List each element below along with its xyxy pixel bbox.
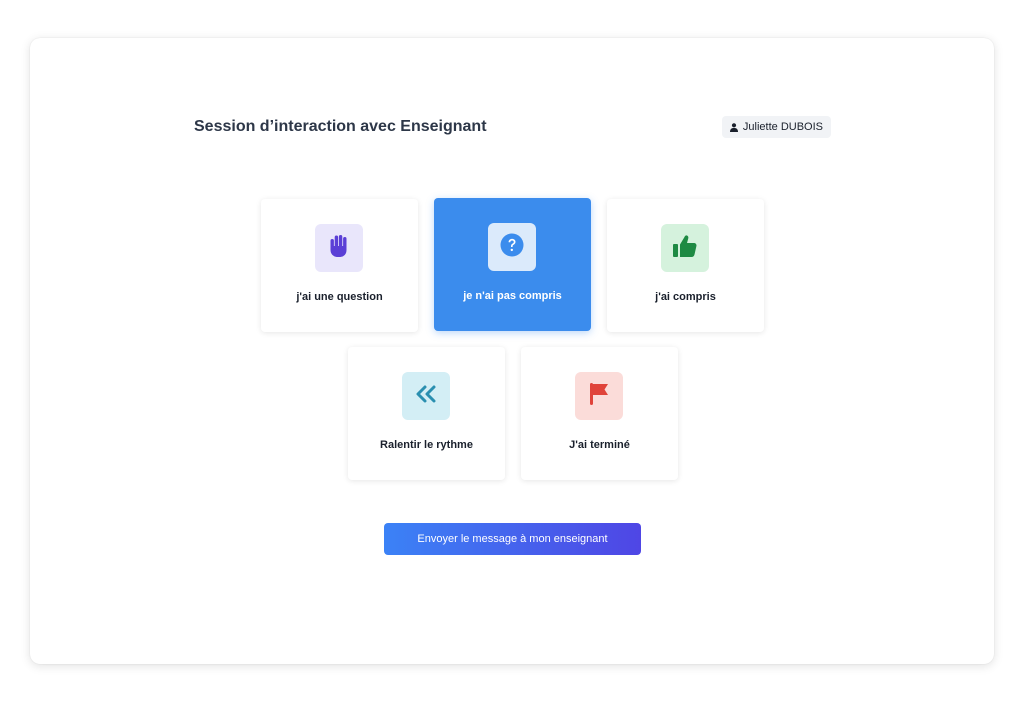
option-card-slow-down[interactable]: Ralentir le rythme bbox=[348, 347, 505, 480]
main-panel: Session d’interaction avec Enseignant Ju… bbox=[30, 38, 994, 664]
option-label: J'ai terminé bbox=[569, 439, 630, 451]
flag-icon bbox=[588, 382, 610, 411]
header: Session d’interaction avec Enseignant Ju… bbox=[194, 116, 831, 138]
option-card-question[interactable]: j'ai une question bbox=[261, 199, 418, 332]
icon-box bbox=[315, 224, 363, 272]
user-badge: Juliette DUBOIS bbox=[721, 116, 831, 138]
page-title: Session d’interaction avec Enseignant bbox=[194, 118, 487, 135]
option-card-not-understood[interactable]: je n'ai pas compris bbox=[434, 198, 591, 331]
question-icon bbox=[500, 233, 524, 262]
option-label: j'ai compris bbox=[655, 291, 716, 303]
icon-box bbox=[661, 224, 709, 272]
double-chevron-left-icon bbox=[414, 384, 438, 409]
option-label: je n'ai pas compris bbox=[463, 290, 562, 302]
option-label: Ralentir le rythme bbox=[380, 439, 473, 451]
thumbs-up-icon bbox=[672, 234, 698, 263]
user-icon bbox=[729, 122, 738, 132]
option-card-understood[interactable]: j'ai compris bbox=[607, 199, 764, 332]
option-card-finished[interactable]: J'ai terminé bbox=[521, 347, 678, 480]
raised-hand-icon bbox=[328, 234, 350, 263]
icon-box bbox=[488, 223, 536, 271]
icon-box bbox=[402, 372, 450, 420]
option-label: j'ai une question bbox=[296, 291, 383, 303]
send-message-button[interactable]: Envoyer le message à mon enseignant bbox=[384, 523, 641, 555]
user-name: Juliette DUBOIS bbox=[742, 121, 823, 133]
icon-box bbox=[575, 372, 623, 420]
